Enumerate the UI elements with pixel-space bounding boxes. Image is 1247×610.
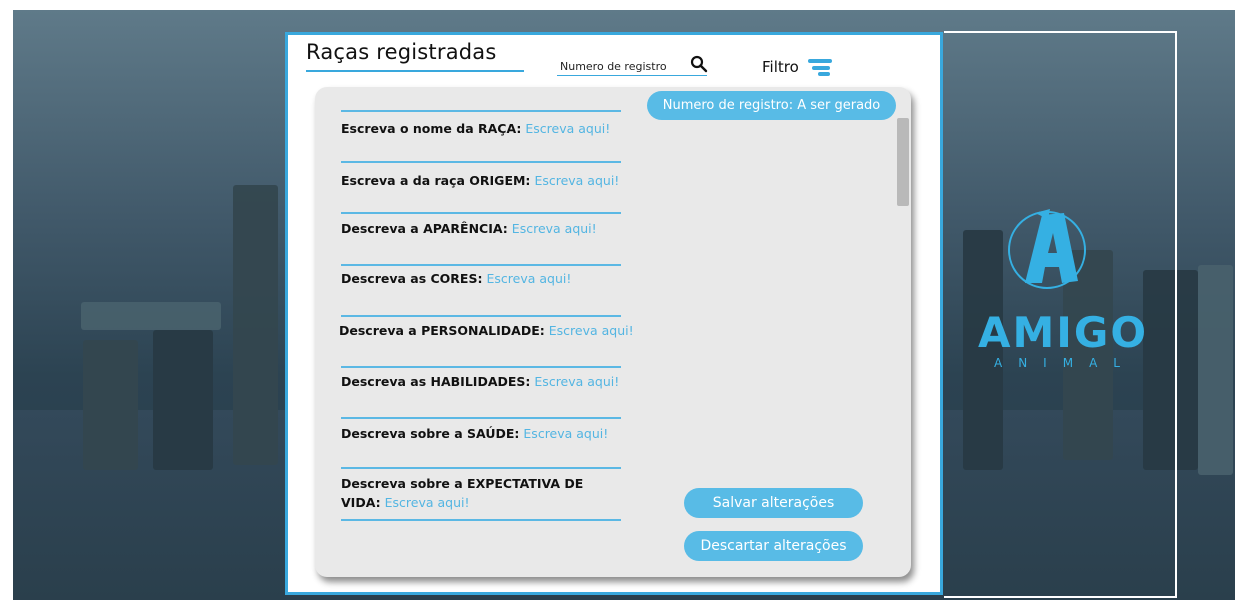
field-placeholder[interactable]: Escreva aqui! xyxy=(534,374,619,389)
field-placeholder[interactable]: Escreva aqui! xyxy=(534,173,619,188)
field-label: Escreva o nome da RAÇA: xyxy=(341,121,522,136)
search-icon[interactable] xyxy=(690,55,708,73)
save-button[interactable]: Salvar alterações xyxy=(684,488,863,518)
field-placeholder[interactable]: Escreva aqui! xyxy=(512,221,597,236)
field-origin[interactable]: Escreva a da raça ORIGEM: Escreva aqui! xyxy=(341,173,619,188)
field-divider xyxy=(341,264,621,266)
field-divider xyxy=(341,212,621,214)
search-underline xyxy=(557,75,707,76)
title-underline xyxy=(306,70,524,72)
field-placeholder[interactable]: Escreva aqui! xyxy=(525,121,610,136)
logo-name: AMIGO xyxy=(977,308,1149,357)
field-label: Descreva a APARÊNCIA: xyxy=(341,221,508,236)
field-divider xyxy=(341,417,621,419)
background-stone xyxy=(153,330,213,470)
field-placeholder[interactable]: Escreva aqui! xyxy=(523,426,608,441)
registration-number-badge: Numero de registro: A ser gerado xyxy=(647,91,896,120)
background-stone xyxy=(81,302,221,330)
filter-icon[interactable] xyxy=(808,57,834,77)
field-life-expectancy[interactable]: Descreva sobre a EXPECTATIVA DE xyxy=(341,476,583,491)
scrollbar[interactable] xyxy=(897,118,909,206)
field-personality[interactable]: Descreva a PERSONALIDADE: Escreva aqui! xyxy=(339,323,634,338)
search-input[interactable]: Numero de registro xyxy=(560,60,667,73)
background-stone xyxy=(233,185,278,465)
field-label: Escreva a da raça ORIGEM: xyxy=(341,173,531,188)
discard-button[interactable]: Descartar alterações xyxy=(684,531,863,561)
field-label: Descreva as HABILIDADES: xyxy=(341,374,531,389)
background-stone xyxy=(1198,265,1233,475)
field-divider xyxy=(341,110,621,112)
field-divider xyxy=(341,315,621,317)
background-stone xyxy=(83,340,138,470)
field-label: Descreva a PERSONALIDADE: xyxy=(339,323,545,338)
page-title: Raças registradas xyxy=(306,40,497,64)
field-label: Descreva sobre a EXPECTATIVA DE xyxy=(341,476,584,491)
field-placeholder[interactable]: Escreva aqui! xyxy=(486,271,571,286)
field-skills[interactable]: Descreva as HABILIDADES: Escreva aqui! xyxy=(341,374,619,389)
field-colors[interactable]: Descreva as CORES: Escreva aqui! xyxy=(341,271,571,286)
field-divider xyxy=(341,161,621,163)
field-appearance[interactable]: Descreva a APARÊNCIA: Escreva aqui! xyxy=(341,221,597,236)
field-divider xyxy=(341,467,621,469)
field-placeholder[interactable]: Escreva aqui! xyxy=(385,495,470,510)
field-divider xyxy=(341,366,621,368)
field-breed-name[interactable]: Escreva o nome da RAÇA: Escreva aqui! xyxy=(341,121,610,136)
field-placeholder[interactable]: Escreva aqui! xyxy=(549,323,634,338)
filter-button[interactable]: Filtro xyxy=(762,58,799,76)
field-label: VIDA: xyxy=(341,495,381,510)
field-health[interactable]: Descreva sobre a SAÚDE: Escreva aqui! xyxy=(341,426,608,441)
field-label: Descreva as CORES: xyxy=(341,271,483,286)
logo-subtitle: ANIMAL xyxy=(994,356,1136,370)
field-label: Descreva sobre a SAÚDE: xyxy=(341,426,520,441)
field-divider xyxy=(341,519,621,521)
field-life-expectancy-line2[interactable]: VIDA: Escreva aqui! xyxy=(341,495,469,510)
